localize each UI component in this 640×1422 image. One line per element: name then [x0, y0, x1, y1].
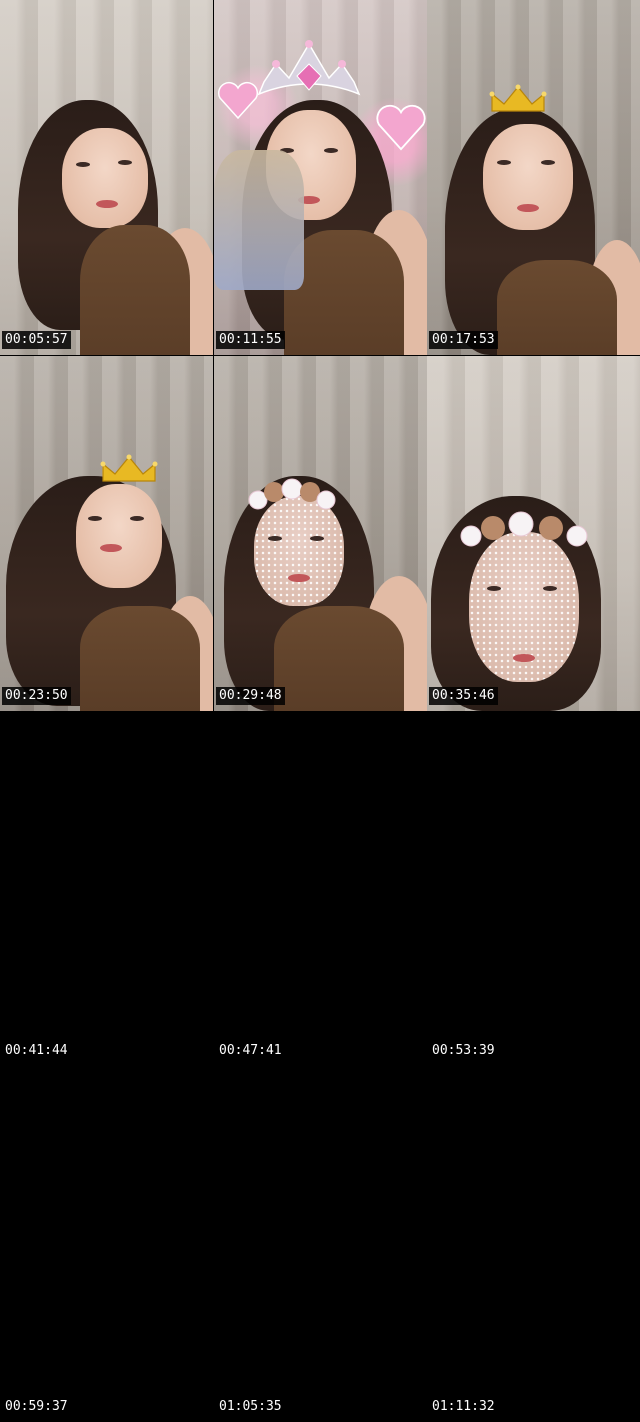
thumbnail-image	[0, 0, 213, 355]
thumbnail-image	[214, 0, 427, 355]
timestamp-label: 00:53:39	[432, 1043, 495, 1058]
thumbnail-6[interactable]: 00:35:46	[427, 356, 640, 711]
timestamp-label: 00:17:53	[429, 331, 498, 349]
thumbnail-1[interactable]: 00:05:57	[0, 0, 213, 355]
thumbnail-image	[427, 356, 640, 711]
thumbnail-image	[0, 356, 213, 711]
thumbnail-8[interactable]: 00:47:41	[214, 711, 427, 1066]
timestamp-label: 00:47:41	[219, 1043, 282, 1058]
bear-headband-icon	[460, 511, 588, 547]
timestamp-label: 01:05:35	[219, 1399, 282, 1414]
tiara-icon	[257, 40, 361, 96]
timestamp-label: 00:11:55	[216, 331, 285, 349]
bear-headband-icon	[248, 478, 336, 510]
crown-icon	[489, 84, 547, 112]
heart-gem-icon	[217, 82, 259, 120]
timestamp-label: 00:05:57	[2, 331, 71, 349]
thumbnail-4[interactable]: 00:23:50	[0, 356, 213, 711]
thumbnail-3[interactable]: 00:17:53	[427, 0, 640, 355]
thumbnail-7[interactable]: 00:41:44	[0, 711, 213, 1066]
thumbnail-5[interactable]: 00:29:48	[214, 356, 427, 711]
thumbnail-image	[214, 356, 427, 711]
thumbnail-2[interactable]: 00:11:55	[214, 0, 427, 355]
timestamp-label: 00:59:37	[5, 1399, 68, 1414]
heart-gem-icon	[376, 104, 426, 151]
thumbnail-12[interactable]: 01:11:32	[427, 1067, 640, 1422]
timestamp-label: 00:23:50	[2, 687, 71, 705]
thumbnail-11[interactable]: 01:05:35	[214, 1067, 427, 1422]
timestamp-label: 00:41:44	[5, 1043, 68, 1058]
timestamp-label: 00:29:48	[216, 687, 285, 705]
thumbnail-grid: 00:05:57 00:11:55 00:17:53 00:23:50 00:2…	[0, 0, 640, 1422]
thumbnail-image	[427, 0, 640, 355]
thumbnail-10[interactable]: 00:59:37	[0, 1067, 213, 1422]
crown-icon	[100, 454, 158, 482]
timestamp-label: 01:11:32	[432, 1399, 495, 1414]
timestamp-label: 00:35:46	[429, 687, 498, 705]
thumbnail-9[interactable]: 00:53:39	[427, 711, 640, 1066]
